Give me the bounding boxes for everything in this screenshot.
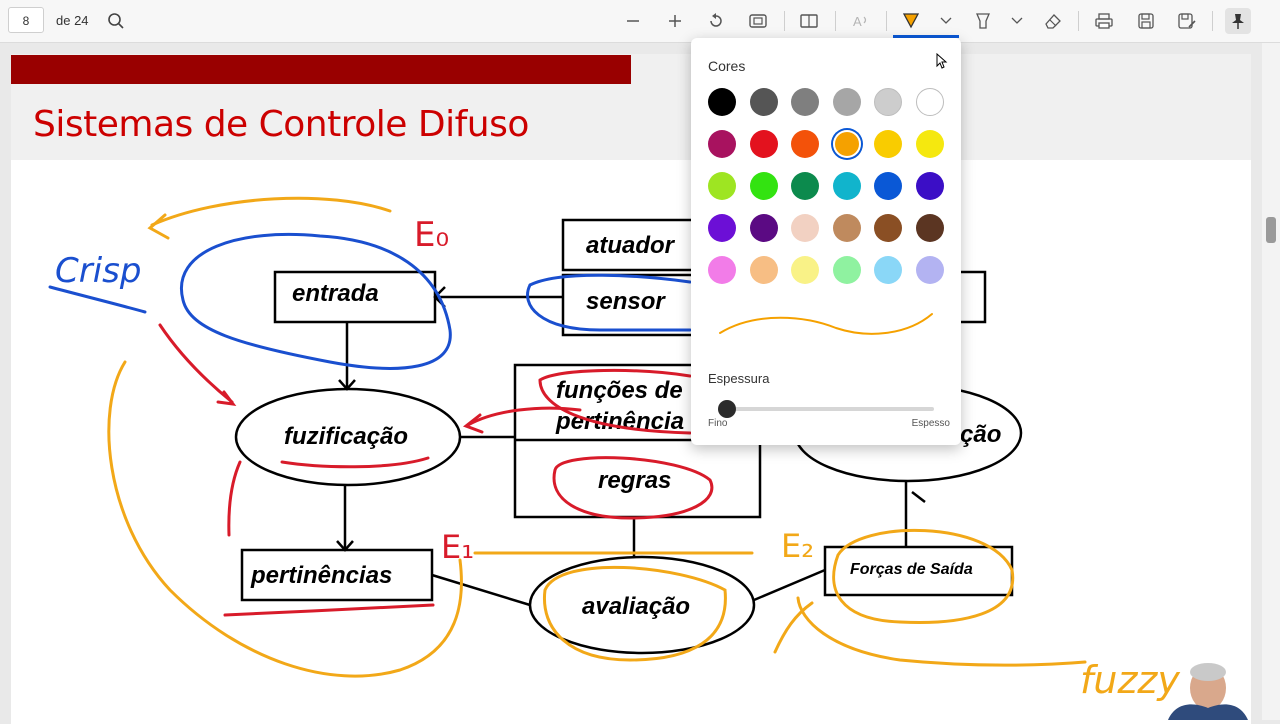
color-swatch[interactable]: [832, 214, 861, 242]
color-swatch[interactable]: [874, 214, 902, 242]
colors-heading: Cores: [708, 58, 746, 74]
entrada-label: entrada: [292, 280, 379, 307]
avaliacao-forcas-line: [753, 568, 826, 602]
forcas-label: Forças de Saída: [850, 561, 973, 578]
color-swatch[interactable]: [708, 172, 736, 200]
thickness-slider-thumb[interactable]: [718, 400, 736, 418]
color-swatch[interactable]: [749, 256, 778, 284]
color-swatch[interactable]: [749, 88, 778, 116]
arrow-head: [911, 491, 926, 503]
sensor-label: sensor: [586, 288, 666, 315]
color-swatch[interactable]: [791, 172, 819, 200]
e1-handwriting: E₁: [441, 528, 474, 566]
crisp-handwriting: Crisp: [55, 251, 141, 291]
color-swatch[interactable]: [915, 130, 944, 158]
color-swatch[interactable]: [915, 214, 944, 242]
color-swatch[interactable]: [874, 172, 902, 200]
regras-label: regras: [598, 467, 671, 494]
ink-color-popup: Cores Espessura Fino Espesso: [691, 38, 961, 445]
color-swatch[interactable]: [832, 172, 861, 200]
thickness-slider-track[interactable]: [718, 407, 934, 411]
atuador-label: atuador: [586, 232, 676, 259]
red-ink-underline-pertinencias: [223, 603, 435, 617]
color-swatch[interactable]: [708, 256, 736, 284]
vertical-scrollbar[interactable]: [1262, 43, 1280, 720]
color-swatch[interactable]: [749, 130, 778, 158]
color-swatch[interactable]: [749, 172, 778, 200]
color-swatch[interactable]: [749, 214, 778, 242]
e0-handwriting: E₀: [414, 215, 449, 255]
scrollbar-thumb[interactable]: [1266, 217, 1276, 243]
thickness-max-label: Espesso: [911, 418, 950, 429]
stroke-preview: [719, 313, 933, 335]
color-swatch[interactable]: [791, 88, 819, 116]
color-swatch[interactable]: [874, 256, 902, 284]
orange-ink-line-fuzzy: [796, 596, 1087, 667]
color-swatch[interactable]: [832, 256, 861, 284]
color-swatch[interactable]: [832, 130, 861, 158]
mouse-cursor-icon: [936, 53, 948, 69]
thickness-heading: Espessura: [708, 371, 770, 386]
orange-ink-arrow-top: [150, 196, 392, 227]
color-swatch[interactable]: [915, 88, 944, 116]
e2-handwriting: E₂: [781, 527, 814, 565]
color-swatch[interactable]: [832, 88, 861, 116]
color-swatch[interactable]: [791, 130, 819, 158]
red-ink-arrow-fuzificacao: [158, 323, 234, 404]
pertinencias-label: pertinências: [250, 562, 392, 589]
color-swatch[interactable]: [874, 88, 902, 116]
color-swatch[interactable]: [708, 214, 736, 242]
defuz-label: ção: [960, 421, 1001, 448]
color-swatch[interactable]: [915, 256, 944, 284]
color-swatch[interactable]: [708, 130, 736, 158]
red-ink-arrow-down: [227, 460, 242, 537]
orange-ink-arrow-up: [773, 601, 814, 654]
funcoes-label: funções de: [556, 377, 683, 404]
color-swatch[interactable]: [791, 214, 819, 242]
presenter-video: [1158, 650, 1254, 720]
avaliacao-label: avaliação: [582, 593, 690, 620]
color-swatch[interactable]: [915, 172, 944, 200]
fuzificacao-label: fuzificação: [284, 423, 408, 450]
pertinencias-avaliacao-line: [431, 573, 531, 607]
thickness-min-label: Fino: [708, 418, 728, 429]
color-swatch[interactable]: [708, 88, 736, 116]
color-swatch[interactable]: [791, 256, 819, 284]
color-swatch[interactable]: [874, 130, 902, 158]
diagram-svg: entrada atuador sensor fuzificação funçõ…: [48, 196, 1180, 702]
